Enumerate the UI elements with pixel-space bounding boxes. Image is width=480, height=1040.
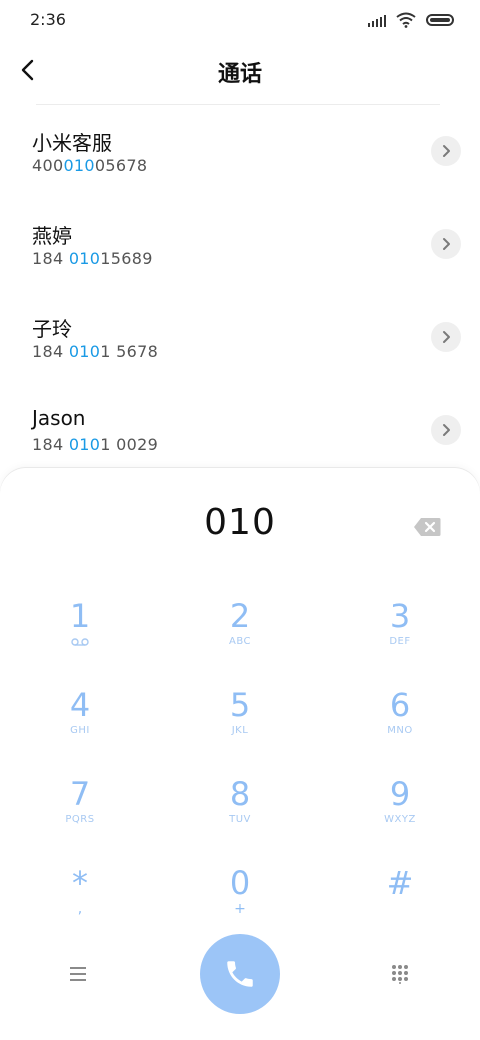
number-part: 05678: [94, 156, 148, 175]
page-title: 通话: [217, 62, 262, 87]
number-part: 15689: [100, 249, 153, 268]
key-star[interactable]: * ,: [20, 861, 140, 941]
key-0[interactable]: 0 +: [180, 861, 300, 941]
key-8[interactable]: 8 TUV: [180, 772, 300, 852]
title-bar: 通话: [0, 44, 480, 96]
number-match: 010: [68, 435, 101, 454]
contact-name: 燕婷: [32, 224, 72, 248]
key-sub: ,: [77, 901, 83, 917]
menu-icon: [70, 973, 86, 975]
menu-button[interactable]: [62, 962, 94, 986]
key-letters: WXYZ: [384, 814, 416, 825]
key-digit: 2: [229, 597, 251, 635]
contact-name: Jason: [32, 406, 86, 430]
dialpad-sheet: 010 1 2 ABC 3 DEF 4 GHI 5 JKL 6 MNO 7 PQ…: [0, 468, 480, 1040]
contact-number: 184 01015689: [32, 249, 153, 268]
contact-row-xiaomi-service[interactable]: 小米客服 40001005678: [0, 105, 480, 198]
key-6[interactable]: 6 MNO: [340, 683, 460, 763]
status-time: 2:36: [30, 10, 66, 29]
contact-number: 40001005678: [32, 156, 147, 175]
chevron-right-icon: [443, 331, 450, 343]
key-digit: 8: [229, 775, 251, 813]
number-part: 400: [32, 156, 64, 175]
key-5[interactable]: 5 JKL: [180, 683, 300, 763]
key-4[interactable]: 4 GHI: [20, 683, 140, 763]
key-digit: 7: [69, 775, 91, 813]
menu-icon: [70, 979, 86, 981]
menu-icon: [70, 967, 86, 969]
key-digit: 9: [389, 775, 411, 813]
contact-detail-button[interactable]: [431, 136, 461, 166]
key-letters: TUV: [229, 814, 251, 825]
number-match: 010: [63, 156, 95, 175]
number-part: 184: [32, 342, 69, 361]
key-1[interactable]: 1: [20, 594, 140, 674]
key-2[interactable]: 2 ABC: [180, 594, 300, 674]
key-3[interactable]: 3 DEF: [340, 594, 460, 674]
key-digit: *: [72, 864, 88, 902]
key-digit: 4: [69, 686, 91, 724]
contact-row-jason[interactable]: Jason 184 0101 0029: [0, 384, 480, 477]
status-icons: [368, 12, 454, 28]
contact-detail-button[interactable]: [431, 322, 461, 352]
number-part: 1 5678: [100, 342, 159, 361]
status-bar: 2:36: [0, 0, 480, 40]
contact-name: 小米客服: [32, 131, 112, 155]
dialer-screen: 2:36 通话 小米客服 40001005678 燕婷 184 01015689…: [0, 0, 480, 1040]
battery-icon: [426, 14, 454, 26]
backspace-button[interactable]: [412, 516, 442, 538]
signal-icon: [368, 13, 386, 27]
contact-row-ziling[interactable]: 子玲 184 0101 5678: [0, 291, 480, 384]
dialpad-icon: [392, 965, 408, 984]
contact-detail-button[interactable]: [431, 415, 461, 445]
number-part: 184: [32, 249, 69, 268]
number-part: 1 0029: [100, 435, 159, 454]
contact-number: 184 0101 0029: [32, 435, 158, 454]
call-button[interactable]: [200, 934, 280, 1014]
contact-row-yanting[interactable]: 燕婷 184 01015689: [0, 198, 480, 291]
contact-detail-button[interactable]: [431, 229, 461, 259]
key-letters: MNO: [387, 725, 413, 736]
key-9[interactable]: 9 WXYZ: [340, 772, 460, 852]
key-sub: +: [234, 901, 246, 917]
key-letters: ABC: [228, 636, 251, 647]
key-letters: GHI: [70, 725, 90, 736]
key-7[interactable]: 7 PQRS: [20, 772, 140, 852]
number-part: 184: [32, 435, 69, 454]
key-letters: PQRS: [65, 814, 95, 825]
key-digit: 6: [389, 686, 411, 724]
backspace-icon: [414, 518, 441, 536]
key-digit: 1: [69, 597, 91, 635]
key-letters: DEF: [389, 636, 411, 647]
key-digit: 5: [229, 686, 251, 724]
contact-number: 184 0101 5678: [32, 342, 158, 361]
chevron-right-icon: [443, 145, 450, 157]
wifi-icon: [396, 12, 416, 28]
key-digit: 0: [229, 864, 251, 902]
key-letters: JKL: [231, 725, 249, 736]
number-match: 010: [68, 249, 101, 268]
chevron-right-icon: [443, 424, 450, 436]
keypad-toggle-button[interactable]: [384, 962, 416, 986]
search-results-list: 小米客服 40001005678 燕婷 184 01015689 子玲 184 …: [0, 105, 480, 477]
voicemail-icon: [71, 638, 89, 646]
chevron-right-icon: [443, 238, 450, 250]
phone-icon: [227, 961, 253, 987]
number-match: 010: [68, 342, 101, 361]
contact-name: 子玲: [32, 317, 72, 341]
dial-input[interactable]: 010: [0, 502, 480, 543]
key-hash[interactable]: #: [340, 861, 460, 941]
key-digit: 3: [389, 597, 411, 635]
key-digit: #: [386, 864, 414, 902]
